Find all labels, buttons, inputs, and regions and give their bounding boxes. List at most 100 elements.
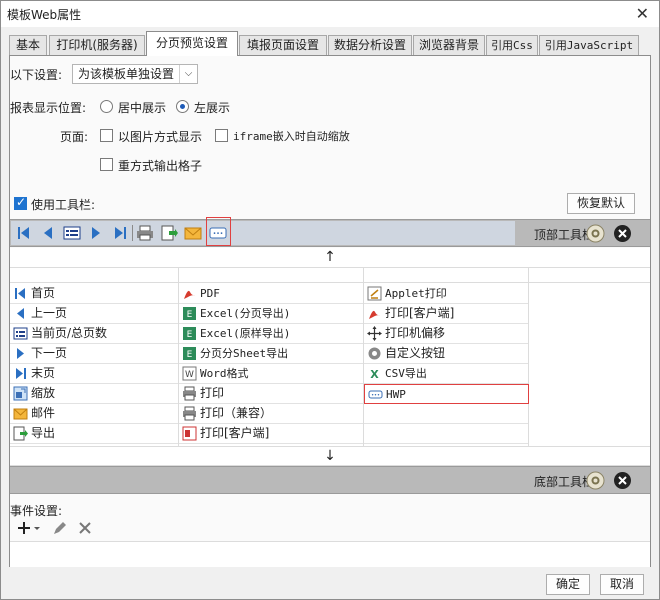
list-item-excel-paged[interactable]: E Excel(分页导出)	[179, 304, 363, 324]
list-item-excel-sheets[interactable]: E 分页分Sheet导出	[179, 344, 363, 364]
toolbar-items-grid: 首页 上一页 当前页/总页数 下一页 末页 缩放 邮件 导出 PDF E Exc…	[10, 268, 650, 446]
print-icon[interactable]	[136, 224, 154, 242]
last-page-icon[interactable]	[111, 224, 129, 242]
tab-page-preview[interactable]: 分页预览设置	[146, 31, 238, 56]
prev-page-icon	[17, 308, 24, 319]
tab-printer-server[interactable]: 打印机(服务器)	[49, 35, 145, 55]
mail-icon[interactable]	[184, 224, 202, 242]
export-icon[interactable]	[160, 224, 178, 242]
gear-icon[interactable]	[586, 224, 605, 243]
applet-print-icon	[367, 286, 382, 301]
page-count-icon[interactable]	[63, 224, 81, 242]
bottom-toolbar-items	[11, 468, 515, 492]
reformat-output-label: 重方式输出格子	[118, 159, 203, 173]
prev-page-icon[interactable]	[39, 224, 57, 242]
move-down-button[interactable]: ↓	[10, 446, 650, 466]
list-item-last-page[interactable]: 末页	[10, 364, 178, 384]
display-position-label: 报表显示位置:	[10, 101, 87, 115]
toolbar-separator	[132, 225, 133, 241]
radio-center[interactable]	[100, 100, 113, 113]
remove-icon[interactable]	[613, 224, 632, 243]
print-client-icon	[182, 426, 197, 441]
page-count-icon	[13, 327, 28, 340]
window-title: 模板Web属性	[7, 8, 82, 22]
radio-left-label: 左展示	[194, 101, 231, 115]
svg-text:X: X	[370, 368, 379, 381]
iframe-scale-label: iframe嵌入时自动缩放	[233, 130, 350, 143]
settings-select[interactable]: 为该模板单独设置 ⌵	[72, 64, 198, 84]
move-icon	[367, 326, 382, 341]
list-item-page-count[interactable]: 当前页/总页数	[10, 324, 178, 344]
hwp-icon: •••	[368, 390, 383, 399]
checkbox-image-display[interactable]	[100, 129, 113, 142]
list-item-empty	[364, 404, 528, 424]
bottom-toolbar: 底部工具栏	[10, 466, 650, 494]
svg-text:•••: •••	[213, 231, 224, 238]
list-item-first-page[interactable]: 首页	[10, 284, 178, 304]
add-icon[interactable]	[17, 519, 41, 537]
list-item-empty	[364, 424, 528, 444]
checkbox-reformat-output[interactable]	[100, 158, 113, 171]
tab-data-analysis[interactable]: 数据分析设置	[328, 35, 412, 55]
list-item-next-page[interactable]: 下一页	[10, 344, 178, 364]
list-item-zoom[interactable]: 缩放	[10, 384, 178, 404]
next-page-icon[interactable]	[87, 224, 105, 242]
top-toolbar-items: •••	[11, 217, 515, 246]
edit-icon[interactable]	[52, 520, 68, 536]
events-list[interactable]	[10, 541, 650, 567]
zoom-icon	[13, 386, 28, 401]
tab-panel: 以下设置: 为该模板单独设置 ⌵ 报表显示位置: 居中展示 左展示 页面: 以图…	[9, 55, 651, 567]
grid-header	[10, 268, 650, 283]
title-bar: 模板Web属性 ✕	[1, 1, 659, 27]
last-page-icon	[16, 368, 26, 379]
list-item-word[interactable]: W Word格式	[179, 364, 363, 384]
restore-default-button[interactable]: 恢复默认	[567, 193, 635, 214]
list-item-custom-button[interactable]: 自定义按钮	[364, 344, 528, 364]
move-up-button[interactable]: ↑	[10, 248, 650, 268]
settings-label: 以下设置:	[10, 68, 63, 82]
csv-icon: X	[370, 368, 379, 381]
svg-text:E: E	[187, 330, 193, 340]
svg-text:W: W	[185, 370, 194, 380]
list-item-csv-export[interactable]: X CSV导出	[364, 364, 528, 384]
ok-button[interactable]: 确定	[546, 574, 590, 595]
list-item-export[interactable]: 导出	[10, 424, 178, 444]
gear-icon	[368, 347, 381, 360]
checkbox-iframe-scale[interactable]	[215, 129, 228, 142]
tab-fill-page[interactable]: 填报页面设置	[239, 35, 327, 55]
list-item-prev-page[interactable]: 上一页	[10, 304, 178, 324]
export-icon	[13, 426, 28, 441]
delete-icon[interactable]	[77, 520, 93, 536]
excel-icon: E	[183, 307, 196, 320]
list-item-mail[interactable]: 邮件	[10, 404, 178, 424]
cancel-button[interactable]: 取消	[600, 574, 644, 595]
radio-left[interactable]	[176, 100, 189, 113]
gear-icon[interactable]	[586, 471, 605, 490]
list-item-excel-original[interactable]: E Excel(原样导出)	[179, 324, 363, 344]
top-toolbar-label: 顶部工具栏	[533, 228, 594, 242]
list-item-hwp[interactable]: ••• HWP	[364, 384, 529, 404]
first-page-icon	[15, 288, 25, 299]
page-label: 页面:	[60, 130, 89, 144]
tab-basic[interactable]: 基本	[9, 35, 47, 55]
checkbox-use-toolbar[interactable]	[14, 195, 27, 210]
word-icon: W	[182, 366, 197, 381]
hwp-icon[interactable]: •••	[209, 224, 227, 242]
list-item-pdf[interactable]: PDF	[179, 284, 363, 304]
first-page-icon[interactable]	[15, 224, 33, 242]
list-item-printer-offset[interactable]: 打印机偏移	[364, 324, 528, 344]
list-item-applet-print[interactable]: Applet打印	[364, 284, 528, 304]
print-icon	[183, 406, 196, 421]
list-item-print-compatible[interactable]: 打印（兼容）	[179, 404, 363, 424]
list-item-print-client[interactable]: 打印[客户端]	[179, 424, 363, 444]
tab-javascript[interactable]: 引用JavaScript	[539, 35, 639, 55]
tab-browser-background[interactable]: 浏览器背景	[413, 35, 485, 55]
close-icon[interactable]: ✕	[636, 4, 649, 23]
dialog-window: 模板Web属性 ✕ 基本 打印机(服务器) 分页预览设置 填报页面设置 数据分析…	[0, 0, 660, 600]
remove-icon[interactable]	[613, 471, 632, 490]
tab-css[interactable]: 引用Css	[486, 35, 538, 55]
list-item-print-client-2[interactable]: 打印[客户端]	[364, 304, 528, 324]
chevron-down-icon: ⌵	[179, 65, 197, 83]
list-item-print[interactable]: 打印	[179, 384, 363, 404]
radio-center-label: 居中展示	[118, 101, 167, 115]
